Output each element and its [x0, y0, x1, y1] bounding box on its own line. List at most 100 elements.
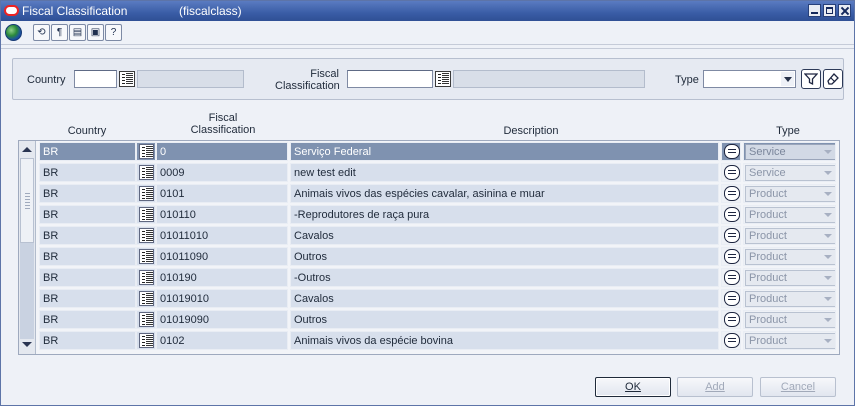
maximize-button[interactable]: [823, 4, 836, 17]
description-cell[interactable]: Outros: [290, 247, 719, 266]
notes-cell[interactable]: [721, 142, 741, 161]
row-lov-icon[interactable]: [139, 312, 154, 327]
chevron-down-icon[interactable]: [781, 72, 794, 86]
country-cell[interactable]: BR: [39, 310, 136, 329]
notes-icon[interactable]: [724, 312, 740, 327]
country-cell[interactable]: BR: [39, 226, 136, 245]
notes-cell[interactable]: [721, 268, 741, 287]
fiscal-classification-cell[interactable]: 0: [156, 142, 288, 161]
row-lov-cell[interactable]: [136, 310, 156, 329]
description-cell[interactable]: Outros: [290, 310, 719, 329]
table-row[interactable]: BR 0101 Animais vivos das espécies caval…: [39, 183, 839, 203]
country-cell[interactable]: BR: [39, 184, 136, 203]
row-lov-cell[interactable]: [136, 331, 156, 350]
fiscal-classification-cell[interactable]: 01019090: [156, 310, 288, 329]
filter-button[interactable]: [801, 69, 821, 89]
find-button[interactable]: ¶: [51, 24, 68, 41]
ok-button[interactable]: OK: [595, 377, 671, 397]
notes-cell[interactable]: [721, 289, 741, 308]
country-lov-icon[interactable]: [119, 71, 135, 87]
refresh-button[interactable]: ⟲: [33, 24, 50, 41]
notes-icon[interactable]: [724, 144, 740, 159]
country-cell[interactable]: BR: [39, 163, 136, 182]
type-filter-select[interactable]: [703, 70, 796, 88]
table-row[interactable]: BR 0102 Animais vivos da espécie bovina …: [39, 330, 839, 350]
fiscal-classification-cell[interactable]: 01011090: [156, 247, 288, 266]
country-cell[interactable]: BR: [39, 268, 136, 287]
description-cell[interactable]: -Outros: [290, 268, 719, 287]
scroll-track[interactable]: [20, 243, 34, 339]
save-button[interactable]: ▤: [69, 24, 86, 41]
fiscal-classification-cell[interactable]: 01011010: [156, 226, 288, 245]
notes-cell[interactable]: [721, 331, 741, 350]
fiscal-classification-filter-input[interactable]: [347, 70, 433, 88]
country-cell[interactable]: BR: [39, 205, 136, 224]
notes-icon[interactable]: [724, 228, 740, 243]
fiscal-classification-cell[interactable]: 010110: [156, 205, 288, 224]
country-cell[interactable]: BR: [39, 331, 136, 350]
notes-cell[interactable]: [721, 226, 741, 245]
notes-icon[interactable]: [724, 270, 740, 285]
notes-cell[interactable]: [721, 205, 741, 224]
cancel-button[interactable]: Cancel: [760, 377, 836, 397]
description-cell[interactable]: Animais vivos da espécie bovina: [290, 331, 719, 350]
fiscal-classification-cell[interactable]: 0101: [156, 184, 288, 203]
fiscal-classification-cell[interactable]: 010190: [156, 268, 288, 287]
notes-icon[interactable]: [724, 186, 740, 201]
row-lov-icon[interactable]: [139, 291, 154, 306]
row-lov-cell[interactable]: [136, 142, 156, 161]
notes-cell[interactable]: [721, 247, 741, 266]
close-button[interactable]: [838, 4, 851, 17]
notes-icon[interactable]: [724, 249, 740, 264]
country-cell[interactable]: BR: [39, 289, 136, 308]
table-row[interactable]: BR 01011010 Cavalos Product: [39, 225, 839, 245]
table-row[interactable]: BR 010110 -Reprodutores de raça pura Pro…: [39, 204, 839, 224]
row-lov-cell[interactable]: [136, 184, 156, 203]
table-row[interactable]: BR 01011090 Outros Product: [39, 246, 839, 266]
fiscal-classification-cell[interactable]: 01019010: [156, 289, 288, 308]
description-cell[interactable]: new test edit: [290, 163, 719, 182]
row-lov-icon[interactable]: [139, 270, 154, 285]
row-lov-icon[interactable]: [139, 228, 154, 243]
clear-filter-button[interactable]: [823, 69, 843, 89]
row-lov-icon[interactable]: [139, 333, 154, 348]
row-lov-icon[interactable]: [139, 165, 154, 180]
table-row[interactable]: BR 010190 -Outros Product: [39, 267, 839, 287]
notes-cell[interactable]: [721, 184, 741, 203]
fiscal-classification-cell[interactable]: 0102: [156, 331, 288, 350]
notes-icon[interactable]: [724, 333, 740, 348]
description-cell[interactable]: Cavalos: [290, 289, 719, 308]
vertical-scrollbar[interactable]: [19, 141, 36, 354]
country-cell[interactable]: BR: [39, 142, 136, 161]
notes-icon[interactable]: [724, 165, 740, 180]
scroll-down-icon[interactable]: [21, 340, 33, 350]
table-row[interactable]: BR 01019010 Cavalos Product: [39, 288, 839, 308]
table-row[interactable]: BR 01019090 Outros Product: [39, 309, 839, 329]
description-cell[interactable]: Animais vivos das espécies cavalar, asin…: [290, 184, 719, 203]
minimize-button[interactable]: [808, 4, 821, 17]
row-lov-cell[interactable]: [136, 163, 156, 182]
notes-icon[interactable]: [724, 291, 740, 306]
table-row[interactable]: BR 0009 new test edit Service: [39, 162, 839, 182]
notes-cell[interactable]: [721, 310, 741, 329]
notes-icon[interactable]: [724, 207, 740, 222]
fiscal-lov-icon[interactable]: [435, 71, 451, 87]
country-filter-input[interactable]: [74, 70, 117, 88]
table-row[interactable]: BR 0 Serviço Federal Service: [39, 141, 839, 161]
description-cell[interactable]: Serviço Federal: [290, 142, 719, 161]
row-lov-icon[interactable]: [139, 249, 154, 264]
fiscal-classification-cell[interactable]: 0009: [156, 163, 288, 182]
row-lov-icon[interactable]: [139, 207, 154, 222]
row-lov-cell[interactable]: [136, 205, 156, 224]
country-cell[interactable]: BR: [39, 247, 136, 266]
notes-cell[interactable]: [721, 163, 741, 182]
description-cell[interactable]: Cavalos: [290, 226, 719, 245]
scroll-thumb[interactable]: [20, 158, 34, 243]
scroll-up-icon[interactable]: [21, 145, 33, 155]
row-lov-icon[interactable]: [139, 186, 154, 201]
globe-icon[interactable]: [5, 24, 22, 41]
row-lov-icon[interactable]: [139, 144, 154, 159]
add-button[interactable]: Add: [677, 377, 753, 397]
help-button[interactable]: ?: [105, 24, 122, 41]
row-lov-cell[interactable]: [136, 247, 156, 266]
